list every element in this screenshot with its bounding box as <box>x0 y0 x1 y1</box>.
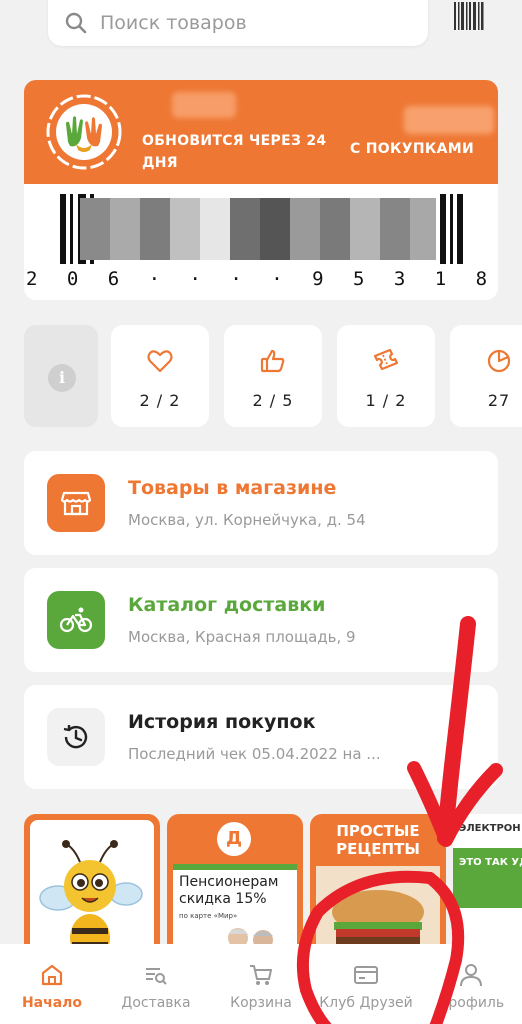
promo-subtitle: по карте «Мир» <box>179 912 238 920</box>
nav-cart[interactable]: Корзина <box>222 944 300 1024</box>
stat-value: 27 <box>487 391 511 410</box>
card-number: 2 0 6 · · · · 9 5 3 1 8 <box>25 268 497 290</box>
nav-label: Начало <box>21 995 83 1011</box>
stat-value: 2 / 5 <box>252 391 294 410</box>
search-bar[interactable] <box>48 0 428 46</box>
card-update-text: ОБНОВИТСЯ ЧЕРЕЗ 24 ДНЯ <box>142 133 327 171</box>
promo-logo: Д <box>217 822 251 856</box>
card-barcode <box>60 194 463 264</box>
store-badge <box>47 474 105 532</box>
delivery-catalog-card[interactable]: Каталог доставки Москва, Красная площадь… <box>24 568 498 672</box>
history-last-receipt: Последний чек 05.04.2022 на ... <box>128 745 381 763</box>
nav-label: Клуб Друзей <box>319 995 413 1011</box>
nav-home[interactable]: Начало <box>10 944 94 1024</box>
loyalty-card[interactable]: ОБНОВИТСЯ ЧЕРЕЗ 24 ДНЯ С ПОКУПКАМИ 2 0 6… <box>24 80 498 300</box>
brand-logo <box>46 94 122 170</box>
catalog-icon <box>146 968 167 985</box>
nav-label: Профиль <box>437 995 505 1011</box>
stat-tiles: i 2 / 2 2 / 5 1 / 2 27 <box>24 325 522 427</box>
stat-tile-coupons[interactable]: 1 / 2 <box>337 325 435 427</box>
cart-icon <box>250 965 272 985</box>
profile-icon <box>460 964 482 987</box>
info-icon: i <box>48 364 76 392</box>
nav-delivery[interactable]: Доставка <box>112 944 200 1024</box>
card-icon <box>354 966 378 984</box>
store-goods-card[interactable]: Товары в магазине Москва, ул. Корнейчука… <box>24 451 498 555</box>
promo-title: Пенсионерам скидка 15% <box>179 874 279 907</box>
stat-tile-favorites[interactable]: 2 / 2 <box>111 325 209 427</box>
stat-value: 1 / 2 <box>365 391 407 410</box>
promo-carousel[interactable]: Д Пенсионерам скидка 15% по карте «Мир» … <box>24 814 522 954</box>
info-tile[interactable]: i <box>24 325 98 427</box>
delivery-badge <box>47 591 105 649</box>
stat-tile-progress[interactable]: 27 <box>450 325 522 427</box>
card-purchases-text: С ПОКУПКАМИ <box>350 141 474 157</box>
nav-friends-club[interactable]: Клуб Друзей <box>316 944 416 1024</box>
loyalty-card-header: ОБНОВИТСЯ ЧЕРЕЗ 24 ДНЯ С ПОКУПКАМИ <box>24 80 498 184</box>
delivery-title: Каталог доставки <box>128 594 326 616</box>
promo-banner-electronic[interactable]: ЭЛЕКТРОН ВМЕСТО Б ЭТО ТАК УДОБНО! <box>453 814 522 954</box>
bee-mascot-image <box>30 820 154 954</box>
history-title: История покупок <box>128 711 316 733</box>
history-icon <box>63 725 88 749</box>
promo-title: ПРОСТЫЕ РЕЦЕПТЫ <box>336 822 420 858</box>
burger-photo <box>316 866 440 954</box>
stat-value: 2 / 2 <box>139 391 181 410</box>
delivery-address: Москва, Красная площадь, 9 <box>128 628 356 646</box>
promo-subtitle: ЭТО ТАК УДОБНО! <box>453 848 522 908</box>
heart-icon <box>147 350 173 373</box>
thumbs-up-icon <box>260 349 285 373</box>
home-icon <box>41 964 63 986</box>
bicycle-icon <box>59 607 93 633</box>
store-address: Москва, ул. Корнейчука, д. 54 <box>128 511 366 529</box>
search-icon <box>65 12 87 34</box>
store-icon <box>60 491 92 516</box>
nav-label: Корзина <box>230 995 292 1011</box>
pie-chart-icon <box>487 349 511 373</box>
bottom-nav: Начало Доставка Корзина Клуб Друзей Проф… <box>0 944 522 1024</box>
nav-profile[interactable]: Профиль <box>430 944 512 1024</box>
search-input[interactable] <box>100 12 400 34</box>
promo-banner-recipes[interactable]: ПРОСТЫЕ РЕЦЕПТЫ <box>310 814 446 954</box>
promo-banner-pensioners[interactable]: Д Пенсионерам скидка 15% по карте «Мир» <box>167 814 303 954</box>
promo-banner-bee[interactable] <box>24 814 160 954</box>
store-title: Товары в магазине <box>128 477 337 499</box>
barcode-scan-icon[interactable] <box>452 2 486 32</box>
history-badge <box>47 708 105 766</box>
nav-label: Доставка <box>121 995 191 1011</box>
purchase-history-card[interactable]: История покупок Последний чек 05.04.2022… <box>24 685 498 789</box>
stat-tile-likes[interactable]: 2 / 5 <box>224 325 322 427</box>
blurred-bonus <box>172 92 236 118</box>
blurred-bonus <box>404 106 494 134</box>
ticket-icon <box>373 348 399 371</box>
